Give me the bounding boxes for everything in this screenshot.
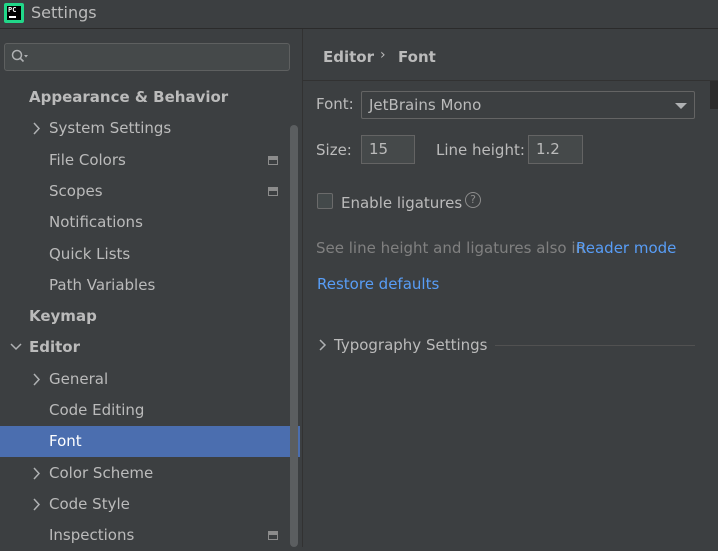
- sidebar-item-general[interactable]: General: [0, 364, 300, 395]
- sidebar-item-label: Quick Lists: [49, 245, 131, 263]
- search-input[interactable]: [4, 43, 290, 71]
- font-family-value: JetBrains Mono: [369, 96, 482, 114]
- restore-defaults-link[interactable]: Restore defaults: [317, 275, 439, 293]
- sidebar-item-appearance-behavior[interactable]: Appearance & Behavior: [0, 82, 300, 113]
- breadcrumb: Editor › Font: [303, 29, 718, 81]
- sidebar-item-inspections[interactable]: Inspections: [0, 520, 300, 551]
- chevron-right-icon[interactable]: [28, 364, 44, 395]
- line-height-field[interactable]: 1.2: [528, 135, 583, 164]
- sidebar-item-font[interactable]: Font: [0, 426, 300, 457]
- size-field[interactable]: 15: [361, 135, 415, 164]
- size-label: Size:: [316, 141, 352, 159]
- sidebar-scrollbar[interactable]: [290, 125, 298, 547]
- sidebar-item-label: Font: [49, 432, 82, 450]
- project-scope-icon: [268, 156, 278, 165]
- sidebar-item-label: Appearance & Behavior: [29, 88, 229, 106]
- sidebar-item-label: Keymap: [29, 307, 97, 325]
- pycharm-app-icon: PC: [4, 3, 24, 23]
- typography-settings-toggle[interactable]: Typography Settings: [334, 336, 487, 354]
- breadcrumb-editor[interactable]: Editor: [323, 48, 374, 66]
- sidebar-item-label: System Settings: [49, 119, 172, 137]
- sidebar-item-notifications[interactable]: Notifications: [0, 207, 300, 238]
- project-scope-icon: [268, 531, 278, 540]
- settings-sidebar: Appearance & Behavior System Settings File…: [0, 29, 303, 547]
- chevron-down-icon: [675, 103, 687, 109]
- sidebar-item-path-variables[interactable]: Path Variables: [0, 270, 300, 301]
- sidebar-item-label: Notifications: [49, 213, 143, 231]
- line-height-label: Line height:: [436, 141, 525, 159]
- sidebar-item-quick-lists[interactable]: Quick Lists: [0, 239, 300, 270]
- typography-divider: [495, 345, 695, 346]
- help-icon[interactable]: ?: [465, 192, 481, 208]
- sidebar-item-editor[interactable]: Editor: [0, 332, 300, 363]
- sidebar-item-file-colors[interactable]: File Colors: [0, 145, 300, 176]
- chevron-right-icon[interactable]: [317, 337, 329, 353]
- title-bar: PC Settings: [0, 0, 718, 29]
- enable-ligatures-checkbox[interactable]: [317, 193, 333, 209]
- sidebar-item-code-style[interactable]: Code Style: [0, 489, 300, 520]
- chevron-right-icon[interactable]: [28, 113, 44, 144]
- project-scope-icon: [268, 187, 278, 196]
- sidebar-item-label: File Colors: [49, 151, 126, 169]
- chevron-right-icon[interactable]: [28, 458, 44, 489]
- font-label: Font:: [316, 95, 354, 113]
- sidebar-item-label: Inspections: [49, 526, 135, 544]
- panel-edge-strip: [710, 81, 718, 109]
- sidebar-item-code-editing[interactable]: Code Editing: [0, 395, 300, 426]
- font-family-dropdown[interactable]: JetBrains Mono: [361, 91, 695, 119]
- size-value: 15: [369, 140, 389, 158]
- reader-mode-link[interactable]: Reader mode: [576, 239, 676, 257]
- search-icon: [11, 49, 28, 63]
- sidebar-item-label: General: [49, 370, 109, 388]
- line-height-hint: See line height and ligatures also in: [316, 239, 586, 257]
- line-height-value: 1.2: [536, 140, 560, 158]
- sidebar-item-label: Code Editing: [49, 401, 145, 419]
- sidebar-item-label: Editor: [29, 338, 80, 356]
- sidebar-item-scopes[interactable]: Scopes: [0, 176, 300, 207]
- sidebar-item-label: Color Scheme: [49, 464, 154, 482]
- sidebar-item-color-scheme[interactable]: Color Scheme: [0, 458, 300, 489]
- sidebar-item-label: Code Style: [49, 495, 130, 513]
- chevron-right-icon[interactable]: [28, 489, 44, 520]
- breadcrumb-font: Font: [398, 48, 436, 66]
- window-title: Settings: [31, 3, 97, 22]
- chevron-down-icon[interactable]: [8, 332, 24, 363]
- sidebar-item-keymap[interactable]: Keymap: [0, 301, 300, 332]
- font-settings-panel: Editor › Font Font: JetBrains Mono Size:…: [303, 29, 718, 547]
- sidebar-item-label: Scopes: [49, 182, 103, 200]
- sidebar-item-system-settings[interactable]: System Settings: [0, 113, 300, 144]
- sidebar-item-label: Path Variables: [49, 276, 156, 294]
- enable-ligatures-label[interactable]: Enable ligatures: [341, 194, 462, 212]
- breadcrumb-separator: ›: [380, 47, 386, 63]
